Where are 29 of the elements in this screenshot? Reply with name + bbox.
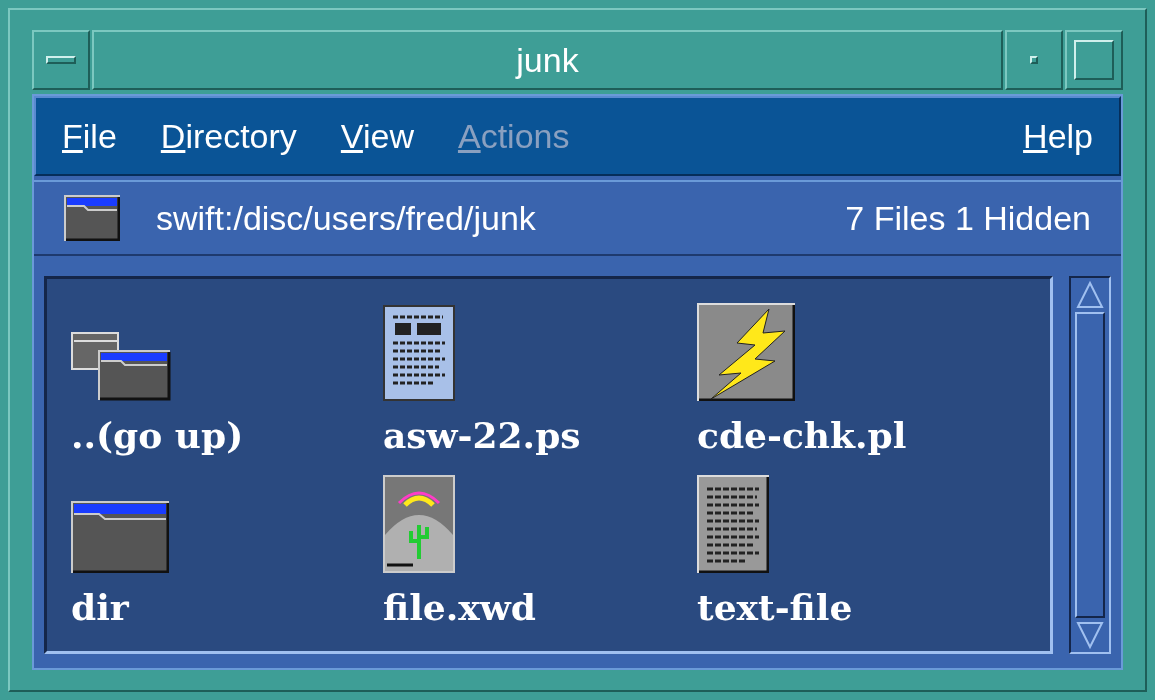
folders-icon[interactable] [71,329,171,401]
scrollbar[interactable] [1069,276,1111,654]
lightning-icon[interactable] [697,303,795,401]
maximize-button[interactable] [1065,30,1123,90]
folder-icon[interactable] [71,501,169,573]
menu-item[interactable]: File [62,110,117,162]
menu-item[interactable]: Help [1023,110,1093,162]
file-name[interactable]: text-file [697,589,853,625]
minimize-icon [1030,56,1038,64]
minus-icon [46,56,76,64]
file-name[interactable]: file.xwd [383,589,536,625]
file-count: 7 Files 1 Hidden [845,197,1091,239]
text-document-icon[interactable] [697,475,769,573]
minimize-button[interactable] [1005,30,1063,90]
file-name[interactable]: dir [71,589,129,625]
window-menu-button[interactable] [32,30,90,90]
scroll-thumb[interactable] [1075,312,1105,618]
current-path: swift:/disc/users/fred/junk [156,197,536,239]
menu-item[interactable]: Directory [160,110,297,162]
folder-icon [64,195,120,241]
window-title: junk [92,30,1003,90]
desert-picture-icon[interactable] [383,475,455,573]
file-name[interactable]: cde-chk.pl [697,417,907,453]
maximize-icon [1074,40,1114,80]
scroll-up-icon[interactable] [1075,280,1105,310]
document-icon[interactable] [383,305,455,401]
menu-item[interactable]: View [340,110,414,162]
file-name[interactable]: asw-22.ps [383,417,581,453]
scroll-down-icon[interactable] [1075,620,1105,650]
